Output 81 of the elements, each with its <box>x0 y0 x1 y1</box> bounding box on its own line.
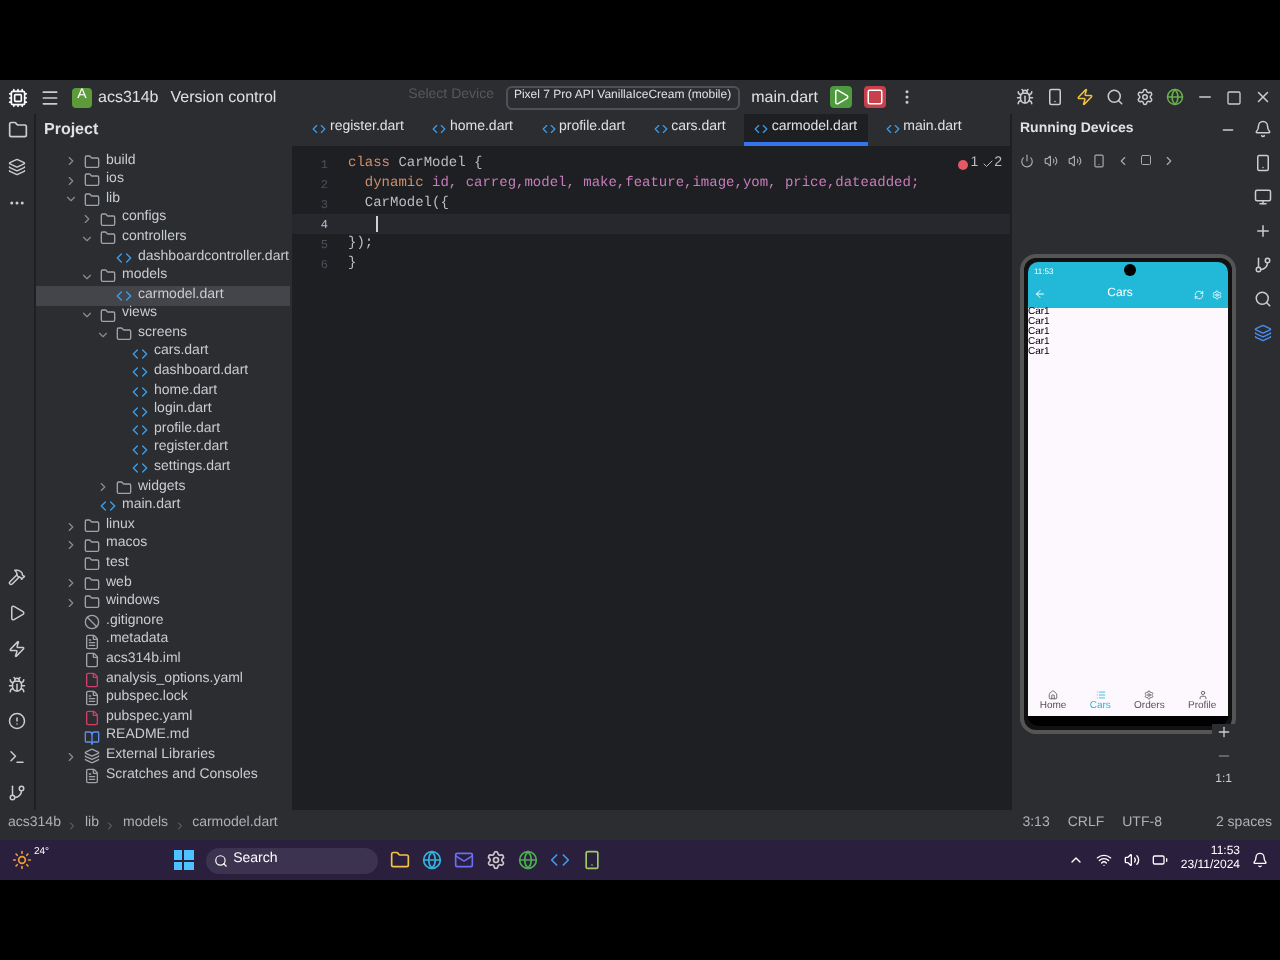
browser-icon[interactable] <box>421 850 442 870</box>
dart-file-icon <box>885 121 900 135</box>
nav-icon <box>1095 689 1106 699</box>
dart-file-icon <box>541 121 555 135</box>
scratch-icon <box>84 767 100 784</box>
folder-icon <box>100 268 116 285</box>
code-editor-icon[interactable] <box>549 850 570 870</box>
dart-file-icon <box>431 121 446 135</box>
check-icon <box>982 158 995 171</box>
chevron-right-icon[interactable] <box>96 480 110 495</box>
bug-icon[interactable] <box>8 676 26 694</box>
nav-icon <box>1048 689 1058 699</box>
windows-start-icon[interactable] <box>173 850 194 870</box>
app-logo-icon <box>8 87 28 107</box>
chevron-right-icon[interactable] <box>80 212 94 227</box>
bug-icon[interactable] <box>1016 88 1034 106</box>
library-icon <box>84 748 100 765</box>
chevron-right-icon <box>104 819 117 831</box>
notification-icon[interactable] <box>1252 852 1268 868</box>
nav-icon <box>1197 689 1208 699</box>
dart-file-icon <box>312 121 326 135</box>
search-icon[interactable] <box>1106 88 1124 106</box>
globe-icon[interactable] <box>1166 88 1184 106</box>
text-cursor <box>376 216 378 232</box>
chevron-down-icon[interactable] <box>80 269 94 284</box>
text-file-icon <box>84 633 100 650</box>
run-config-dropdown[interactable]: main.dart <box>751 85 818 109</box>
chevron-down-icon[interactable] <box>80 231 94 246</box>
dart-file-icon <box>653 121 668 135</box>
text-file-icon <box>84 690 100 707</box>
device-manager-icon[interactable] <box>1046 88 1064 106</box>
markdown-file-icon <box>84 729 100 746</box>
chevron-right-icon <box>174 819 187 831</box>
notification-icon[interactable] <box>1253 120 1271 138</box>
settings-icon[interactable] <box>485 850 506 870</box>
lightning-icon[interactable] <box>1076 88 1094 106</box>
layers-icon[interactable] <box>1253 324 1271 342</box>
dart-file-icon <box>116 287 132 304</box>
project-name: acs314b <box>98 85 159 109</box>
forward-icon[interactable] <box>1162 153 1176 167</box>
git-branch-icon[interactable] <box>8 784 26 802</box>
power-icon[interactable] <box>1020 153 1034 167</box>
ignore-file-icon <box>84 614 100 631</box>
volume-icon[interactable] <box>1124 852 1141 868</box>
version-control-menu[interactable]: Version control <box>170 85 277 109</box>
weather-icon[interactable] <box>12 850 32 870</box>
terminal-icon[interactable] <box>8 748 26 766</box>
chevron-up-icon[interactable] <box>1068 852 1085 868</box>
running-devices-icon[interactable] <box>1253 188 1271 206</box>
camera-hole <box>1124 264 1136 276</box>
maximize-icon[interactable] <box>1226 89 1242 105</box>
hammer-icon[interactable] <box>8 568 26 586</box>
dart-file-icon <box>100 498 116 515</box>
search-icon <box>213 853 228 867</box>
warning-icon[interactable] <box>8 712 26 730</box>
folder-icon[interactable] <box>389 850 410 870</box>
wifi-icon[interactable] <box>1096 852 1113 868</box>
stop-icon[interactable] <box>865 88 884 106</box>
module-file-icon <box>84 652 100 669</box>
volume-up-icon[interactable] <box>1044 153 1058 167</box>
run-icon[interactable] <box>8 604 26 622</box>
device-icon[interactable] <box>1253 154 1271 172</box>
back-icon[interactable] <box>1116 153 1130 167</box>
inspector-icon[interactable] <box>1253 290 1271 308</box>
chevron-right-icon <box>66 819 79 831</box>
yaml-file-icon <box>84 710 100 727</box>
project-panel-title[interactable]: Project <box>44 118 99 142</box>
menu-icon[interactable] <box>40 87 60 107</box>
folder-icon[interactable] <box>7 120 27 140</box>
chevron-right-icon[interactable] <box>64 749 78 764</box>
zoom-in-icon[interactable] <box>1215 724 1232 740</box>
dart-file-icon <box>116 249 132 266</box>
settings-icon[interactable] <box>1136 88 1154 106</box>
yaml-file-icon <box>84 671 100 688</box>
chevron-down-icon[interactable] <box>64 192 78 207</box>
dart-file-icon <box>753 121 768 135</box>
mail-icon[interactable] <box>453 850 474 870</box>
close-icon[interactable] <box>1254 88 1272 106</box>
folder-icon <box>116 479 132 496</box>
battery-icon[interactable] <box>1152 852 1169 868</box>
nav-icon <box>1144 689 1155 699</box>
